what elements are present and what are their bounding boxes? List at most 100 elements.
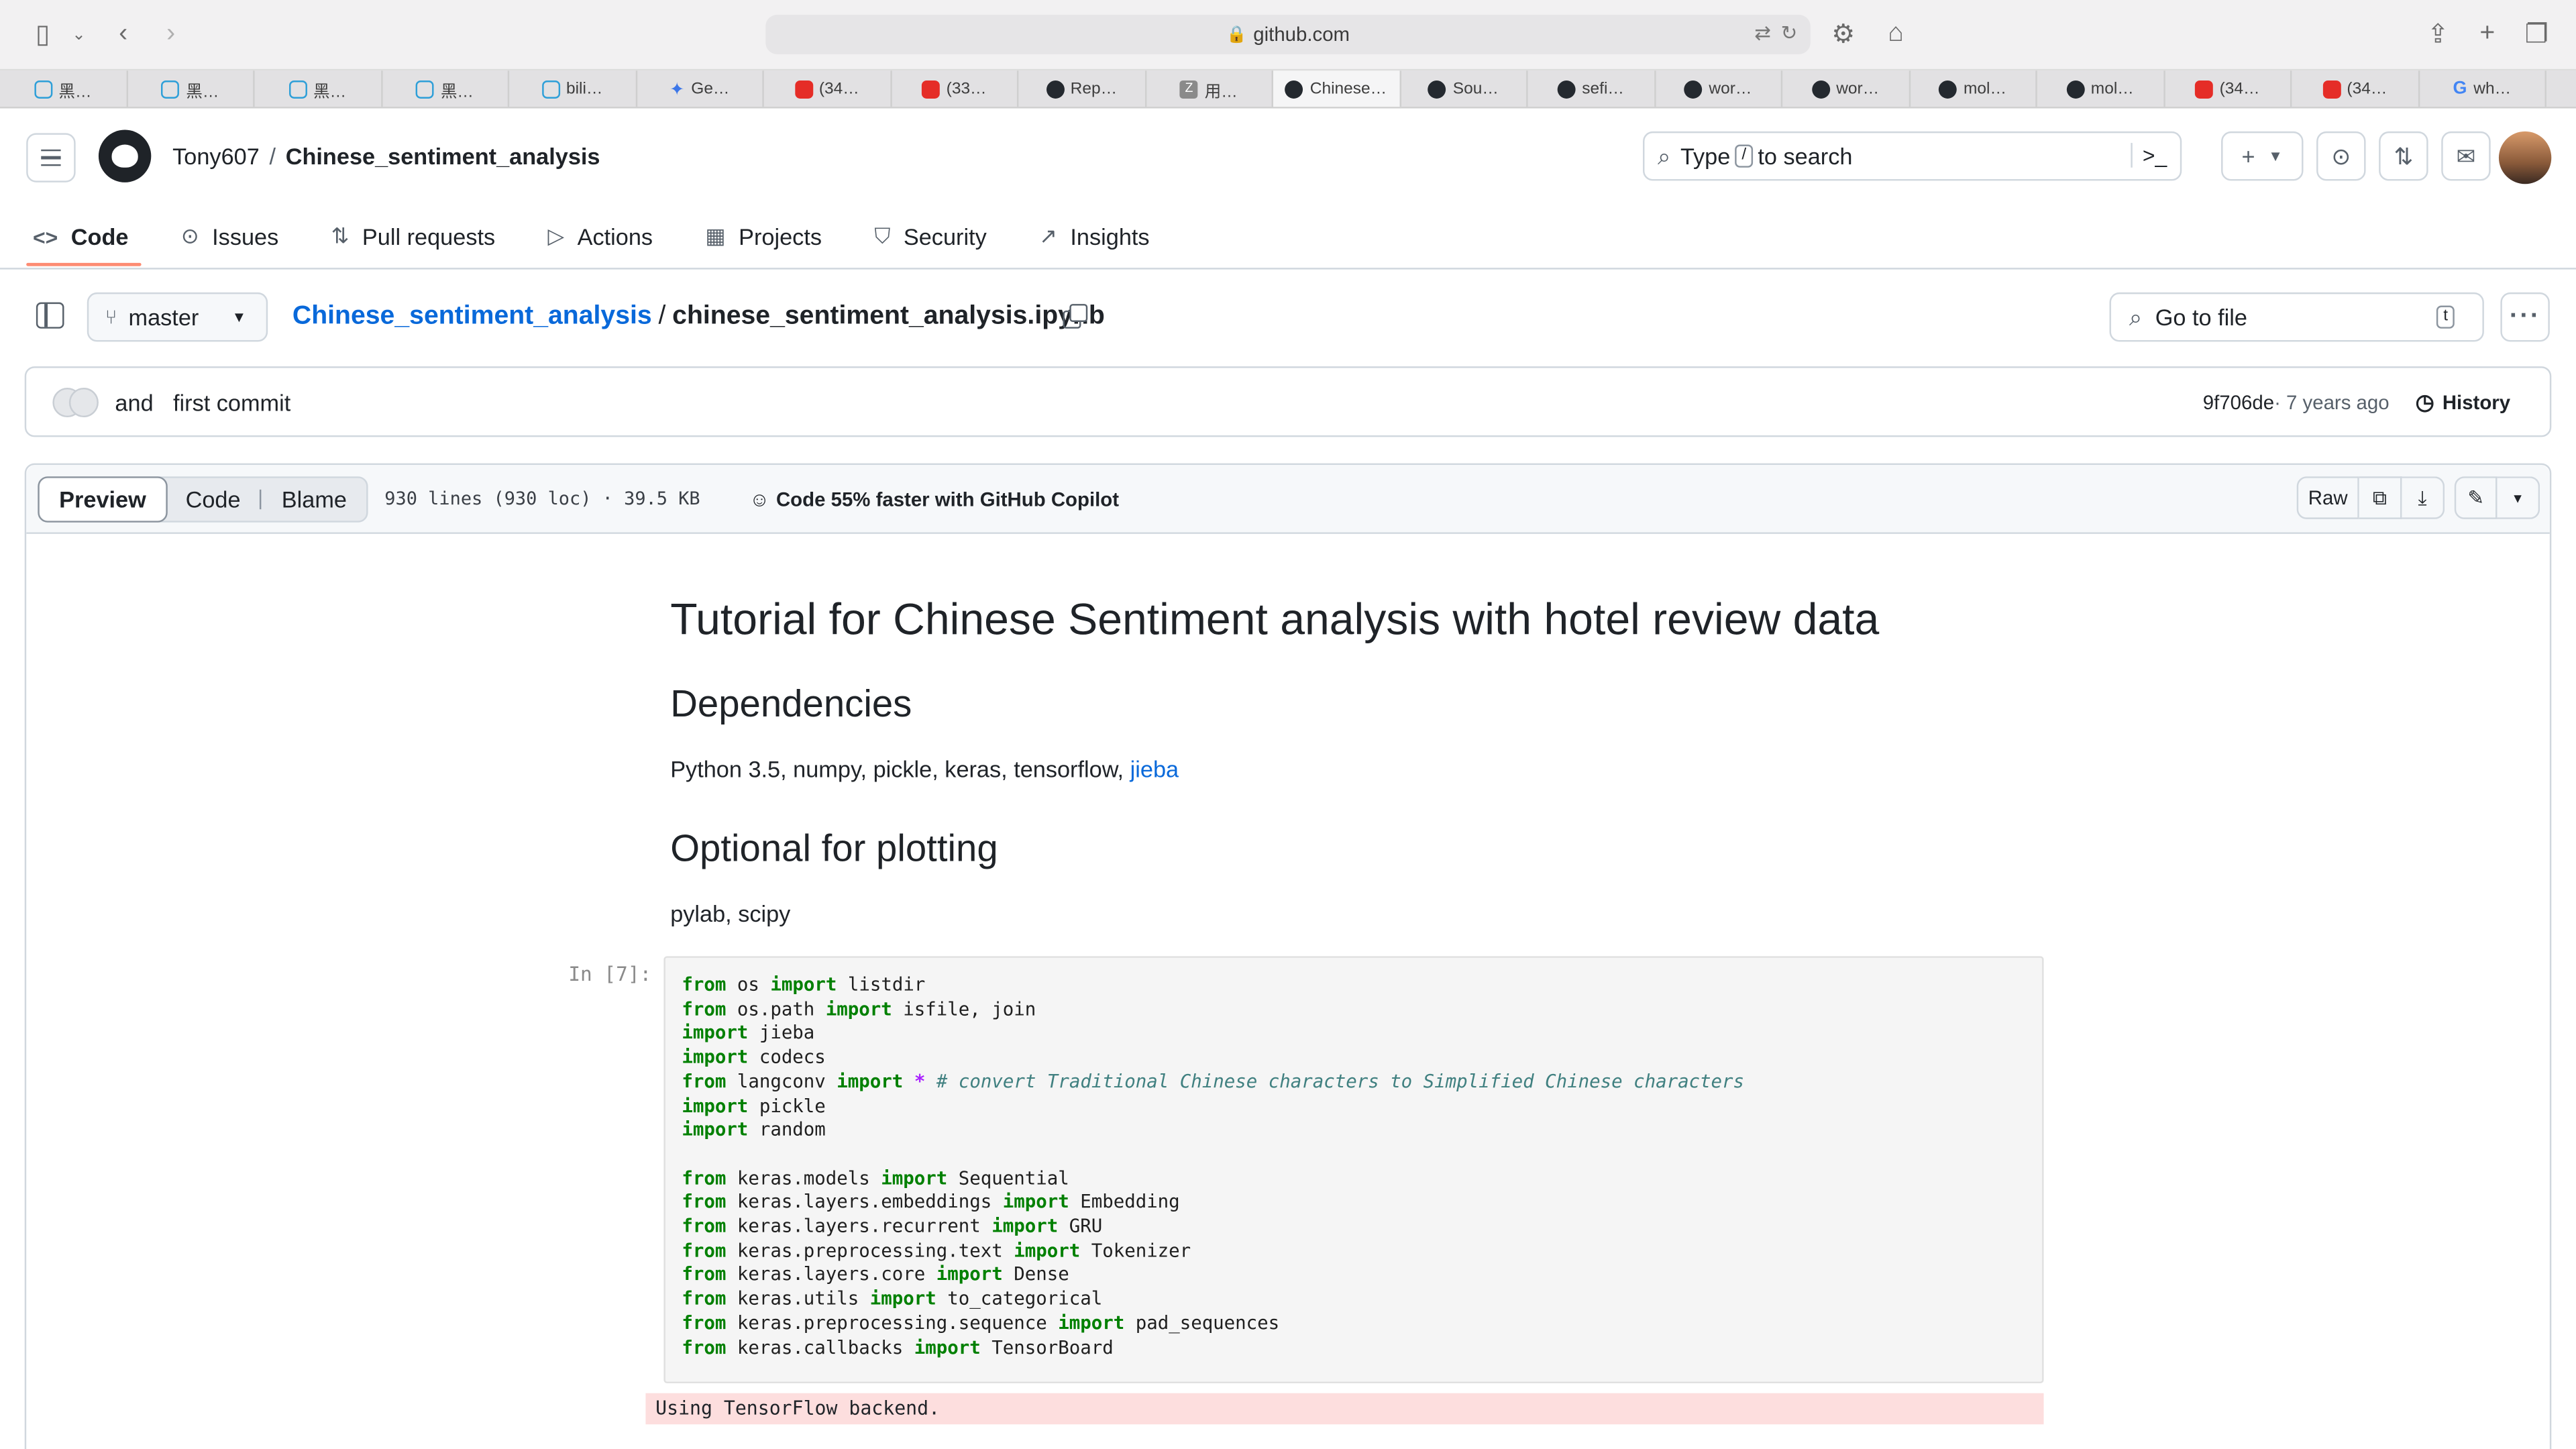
reload-icon[interactable]: ↻ — [1781, 21, 1798, 44]
edit-icon[interactable]: ✎ — [2454, 476, 2498, 519]
browser-tab[interactable]: (34… — [764, 70, 892, 107]
go-to-file-input[interactable]: ⌕ Go to file t — [2109, 292, 2484, 342]
browser-tab[interactable]: sefi… — [1528, 70, 1656, 107]
tab-issues[interactable]: ⊙ Issues — [148, 207, 299, 266]
menu-icon[interactable] — [26, 133, 76, 182]
code-token: keras.layers.core — [726, 1264, 936, 1286]
command-palette-icon[interactable]: >_ — [2131, 143, 2167, 168]
github-favicon-icon — [1428, 79, 1446, 98]
branch-selector[interactable]: ⑂ master ▼ — [87, 292, 268, 342]
github-logo-icon[interactable] — [98, 129, 152, 182]
tab-overview-icon[interactable]: ❐ — [2517, 15, 2557, 54]
edit-options-caret-icon[interactable]: ▼ — [2497, 476, 2540, 519]
file-viewer-header: Preview Code Blame 930 lines (930 loc) ·… — [26, 465, 2550, 534]
copilot-promo[interactable]: ☺ Code 55% faster with GitHub Copilot — [749, 487, 1119, 510]
browser-tab[interactable]: (34… — [2292, 70, 2420, 107]
avatar[interactable] — [2498, 131, 2552, 184]
heading-dependencies: Dependencies — [670, 682, 912, 725]
browser-tab-label: wor… — [1836, 79, 1880, 98]
browser-tab[interactable]: 黑… — [382, 70, 510, 107]
repo-owner-link[interactable]: Tony607 — [172, 143, 260, 169]
code-token: from — [682, 1288, 727, 1310]
tab-actions[interactable]: ▷ Actions — [515, 207, 673, 266]
code-token: GRU — [1058, 1216, 1103, 1238]
security-icon: ⛉ — [874, 223, 891, 248]
browser-tab[interactable]: wor… — [1655, 70, 1783, 107]
chevron-down-icon[interactable]: ⌄ — [59, 15, 99, 54]
tab-preview[interactable]: Preview — [38, 475, 168, 522]
home-icon[interactable]: ⌂ — [1876, 15, 1916, 54]
browser-tab[interactable]: 黑… — [0, 70, 127, 107]
browser-tab[interactable]: mol… — [1910, 70, 2037, 107]
new-tab-icon[interactable]: + — [2467, 15, 2507, 54]
browser-tab[interactable]: Rep… — [1018, 70, 1146, 107]
site-favicon-icon — [288, 79, 307, 98]
nav-label: Issues — [212, 223, 279, 250]
browser-tab[interactable]: wor… — [1782, 70, 1910, 107]
create-new-button[interactable]: + ▼ — [2221, 131, 2304, 181]
browser-tab[interactable]: Sou… — [1401, 70, 1528, 107]
download-icon[interactable]: ⤓ — [2402, 476, 2445, 519]
browser-tab[interactable]: ✦ Ge… — [637, 70, 764, 107]
tab-insights[interactable]: ↗ Insights — [1006, 207, 1169, 266]
code-token: import — [869, 1288, 936, 1310]
tab-code[interactable]: Code — [166, 477, 260, 520]
browser-tab[interactable]: 黑… — [127, 70, 255, 107]
history-button[interactable]: ◷ History — [2416, 388, 2510, 415]
browser-tab[interactable]: (34… — [2165, 70, 2292, 107]
address-bar[interactable]: 🔒 github.com ⇄ ↻ — [765, 15, 1811, 54]
search-input[interactable]: ⌕ Type / to search >_ — [1643, 131, 2182, 181]
browser-tab-label: mol… — [2090, 79, 2134, 98]
browser-tab[interactable]: 黑… — [255, 70, 382, 107]
cell-prompt: In [7]: — [568, 963, 652, 986]
forward-arrow-icon[interactable]: › — [151, 15, 191, 54]
sidebar-toggle-icon[interactable]: ▯ — [23, 15, 62, 54]
browser-tab-label: (34… — [2219, 79, 2260, 98]
browser-tab[interactable]: (33… — [892, 70, 1019, 107]
browser-tab-label: bili… — [566, 79, 603, 98]
copy-raw-icon[interactable]: ⧉ — [2359, 476, 2402, 519]
browser-tab[interactable]: Chinese… — [1273, 70, 1401, 107]
copy-path-icon[interactable] — [1063, 304, 1088, 329]
share-icon[interactable]: ⇪ — [2418, 15, 2458, 54]
tab-blame[interactable]: Blame — [262, 477, 366, 520]
pull-requests-icon: ⇅ — [331, 223, 350, 248]
tab-code[interactable]: <> Code — [0, 207, 148, 266]
commit-message[interactable]: first commit — [173, 388, 290, 415]
code-token: to_categorical — [936, 1288, 1103, 1310]
back-arrow-icon[interactable]: ‹ — [103, 15, 143, 54]
browser-tab[interactable]: mol… — [2037, 70, 2165, 107]
browser-tab[interactable]: Z 用… — [1146, 70, 1273, 107]
pull-requests-icon[interactable]: ⇅ — [2379, 131, 2428, 181]
raw-button[interactable]: Raw — [2296, 476, 2359, 519]
tab-pull-requests[interactable]: ⇅ Pull requests — [299, 207, 515, 266]
browser-tab[interactable]: bili… — [509, 70, 637, 107]
more-options-button[interactable]: ··· — [2500, 292, 2550, 342]
repo-name-link[interactable]: Chinese_sentiment_analysis — [286, 143, 600, 169]
jieba-link[interactable]: jieba — [1130, 756, 1179, 782]
actions-icon: ▷ — [547, 223, 565, 248]
code-token: import — [825, 998, 892, 1020]
code-token: from — [682, 1312, 727, 1334]
code-block: from os import listdir from os.path impor… — [682, 974, 2025, 1360]
inbox-icon[interactable]: ✉ — [2441, 131, 2491, 181]
code-token: Dense — [1002, 1264, 1069, 1286]
history-icon: ◷ — [2415, 388, 2434, 413]
tab-projects[interactable]: ▦ Projects — [672, 207, 841, 266]
browser-tab[interactable]: Gwh… — [2419, 70, 2546, 107]
file-tree-toggle-icon[interactable] — [36, 302, 64, 329]
code-token: langconv — [726, 1071, 837, 1093]
repo-root-link[interactable]: Chinese_sentiment_analysis — [292, 303, 652, 331]
translate-icon[interactable]: ⇄ — [1754, 21, 1771, 44]
tab-security[interactable]: ⛉ Security — [841, 207, 1006, 266]
issues-icon[interactable]: ⊙ — [2316, 131, 2366, 181]
go-to-file-label: Go to file — [2155, 304, 2247, 331]
browser-tab-label: Sou… — [1452, 79, 1499, 98]
settings-icon[interactable]: ⚙ — [1823, 15, 1863, 54]
commit-authors[interactable]: and — [115, 388, 153, 415]
code-token: keras.layers.recurrent — [726, 1216, 992, 1238]
commit-sha[interactable]: 9f706de — [2203, 390, 2274, 413]
breadcrumb-separator: / — [269, 143, 276, 170]
browser-toolbar: ▯ ⌄ ‹ › 🔒 github.com ⇄ ↻ ⚙ ⌂ ⇪ + ❐ — [0, 0, 2576, 71]
browser-tab-label: 黑… — [313, 83, 347, 101]
